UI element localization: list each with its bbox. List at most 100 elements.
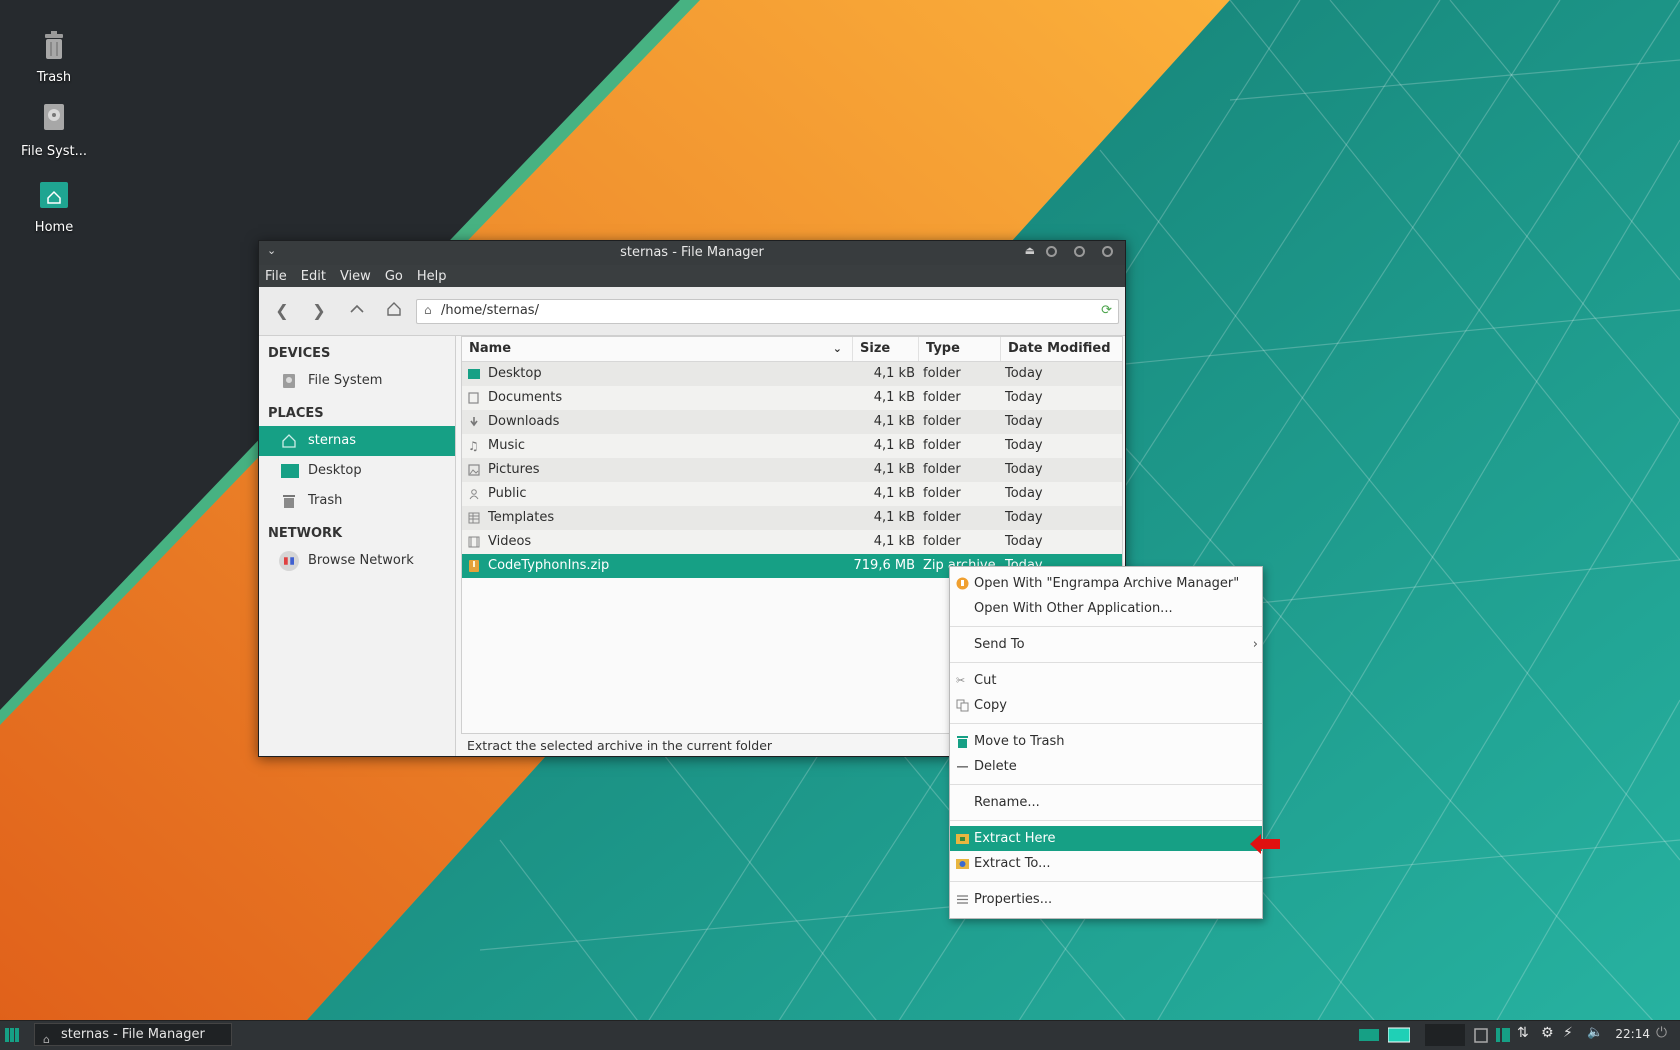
sidebar-item-browse-network[interactable]: Browse Network bbox=[259, 546, 455, 576]
monitor-icon[interactable] bbox=[1495, 1027, 1511, 1043]
location-bar[interactable]: ⌂ ⟳ bbox=[416, 299, 1119, 324]
shade-icon[interactable]: ⏏ bbox=[1025, 244, 1035, 257]
desktop-icon-trash[interactable]: Trash bbox=[6, 26, 102, 85]
sidebar-item-sternas[interactable]: sternas bbox=[259, 426, 455, 456]
menu-separator bbox=[950, 662, 1262, 663]
menu-item-extract-to[interactable]: Extract To... bbox=[950, 851, 1262, 876]
minimize-button[interactable] bbox=[1046, 246, 1057, 257]
row-type: folder bbox=[923, 462, 961, 477]
sidebar-item-label: Desktop bbox=[308, 463, 362, 478]
menu-separator bbox=[950, 784, 1262, 785]
menu-item-label: Extract To... bbox=[974, 856, 1051, 871]
clipboard-icon[interactable] bbox=[1473, 1027, 1489, 1043]
home-folder-icon bbox=[34, 176, 74, 216]
menu-item-cut[interactable]: ✂ Cut bbox=[950, 668, 1262, 693]
sidebar-item-desktop[interactable]: Desktop bbox=[259, 456, 455, 486]
menu-item-label: Copy bbox=[974, 698, 1007, 713]
row-type: folder bbox=[923, 414, 961, 429]
copy-icon bbox=[956, 699, 969, 712]
row-date: Today bbox=[1005, 510, 1043, 525]
forward-button[interactable]: ❯ bbox=[308, 300, 330, 322]
pictures-icon bbox=[468, 464, 480, 476]
row-type: folder bbox=[923, 486, 961, 501]
close-button[interactable] bbox=[1102, 246, 1113, 257]
menu-edit[interactable]: Edit bbox=[301, 269, 326, 284]
menu-item-properties[interactable]: Properties... bbox=[950, 887, 1262, 912]
table-row[interactable]: Documents 4,1 kB folder Today bbox=[462, 386, 1122, 410]
menu-view[interactable]: View bbox=[340, 269, 371, 284]
column-date-modified[interactable]: Date Modified bbox=[1001, 337, 1122, 361]
workspace-2-icon[interactable] bbox=[1388, 1027, 1410, 1043]
table-row[interactable]: Templates 4,1 kB folder Today bbox=[462, 506, 1122, 530]
desktop-icon-home[interactable]: Home bbox=[6, 176, 102, 235]
row-date: Today bbox=[1005, 366, 1043, 381]
row-name: Desktop bbox=[488, 366, 542, 381]
menu-item-send-to[interactable]: Send To › bbox=[950, 632, 1262, 657]
taskbar-window-button[interactable]: ⌂ sternas - File Manager bbox=[34, 1023, 232, 1046]
menu-item-extract-here[interactable]: Extract Here bbox=[950, 826, 1262, 851]
desktop-icon-filesystem[interactable]: File Syst... bbox=[6, 100, 102, 159]
menu-item-move-to-trash[interactable]: Move to Trash bbox=[950, 729, 1262, 754]
home-button[interactable] bbox=[383, 300, 405, 322]
workspace-3-icon[interactable] bbox=[1425, 1024, 1465, 1046]
settings-icon[interactable]: ⚙ bbox=[1541, 1025, 1557, 1041]
menu-help[interactable]: Help bbox=[417, 269, 447, 284]
menu-item-label: Send To bbox=[974, 637, 1025, 652]
window-titlebar[interactable]: ⌄ sternas - File Manager ⏏ bbox=[259, 241, 1125, 265]
trash-icon bbox=[34, 26, 74, 66]
menu-item-label: Move to Trash bbox=[974, 734, 1065, 749]
desktop-folder-icon bbox=[281, 464, 299, 478]
column-header: Name ⌄ Size Type Date Modified bbox=[462, 337, 1122, 362]
table-row[interactable]: Public 4,1 kB folder Today bbox=[462, 482, 1122, 506]
desktop-folder-icon bbox=[468, 369, 480, 379]
row-name: Documents bbox=[488, 390, 563, 405]
row-date: Today bbox=[1005, 486, 1043, 501]
column-size[interactable]: Size bbox=[853, 337, 919, 361]
menubar: File Edit View Go Help bbox=[259, 265, 1125, 287]
sidebar-item-file-system[interactable]: File System bbox=[259, 366, 455, 396]
menu-item-open-with-other[interactable]: Open With Other Application... bbox=[950, 596, 1262, 621]
column-type[interactable]: Type bbox=[919, 337, 1001, 361]
chevron-up-icon bbox=[350, 304, 364, 313]
templates-icon bbox=[468, 512, 480, 524]
table-row[interactable]: Desktop 4,1 kB folder Today bbox=[462, 362, 1122, 386]
sort-chevron-down-icon[interactable]: ⌄ bbox=[833, 337, 842, 361]
public-icon bbox=[469, 489, 479, 500]
sidebar-item-label: sternas bbox=[308, 433, 356, 448]
menu-item-rename[interactable]: Rename... bbox=[950, 790, 1262, 815]
clock[interactable]: 22:14 bbox=[1615, 1027, 1650, 1041]
start-menu-icon[interactable] bbox=[5, 1028, 19, 1042]
location-input[interactable] bbox=[439, 302, 1063, 319]
menu-item-open-with-engrampa[interactable]: Open With "Engrampa Archive Manager" bbox=[950, 571, 1262, 596]
sidebar-item-label: Browse Network bbox=[308, 553, 414, 568]
menu-item-label: Cut bbox=[974, 673, 997, 688]
table-row[interactable]: Downloads 4,1 kB folder Today bbox=[462, 410, 1122, 434]
volume-icon[interactable]: 🔈 bbox=[1587, 1025, 1603, 1041]
row-type: folder bbox=[923, 366, 961, 381]
power-icon[interactable]: ⚡ bbox=[1563, 1025, 1579, 1041]
row-type: folder bbox=[923, 510, 961, 525]
table-row[interactable]: Videos 4,1 kB folder Today bbox=[462, 530, 1122, 554]
row-name: Music bbox=[488, 438, 525, 453]
sidebar-header-devices: DEVICES bbox=[268, 346, 331, 361]
menu-file[interactable]: File bbox=[265, 269, 287, 284]
back-button[interactable]: ❮ bbox=[271, 300, 293, 322]
workspace-1-icon[interactable] bbox=[1359, 1027, 1379, 1043]
reload-icon[interactable]: ⟳ bbox=[1101, 303, 1112, 318]
network-transfer-icon[interactable]: ⇅ bbox=[1517, 1025, 1533, 1041]
sidebar-item-trash[interactable]: Trash bbox=[259, 486, 455, 516]
desktop-icon-label: Home bbox=[34, 220, 74, 235]
row-size: 4,1 kB bbox=[873, 486, 915, 501]
table-row[interactable]: Pictures 4,1 kB folder Today bbox=[462, 458, 1122, 482]
menu-item-delete[interactable]: Delete bbox=[950, 754, 1262, 779]
home-icon: ⌂ bbox=[43, 1033, 50, 1046]
column-name[interactable]: Name ⌄ bbox=[462, 337, 853, 361]
table-row[interactable]: ♫ Music 4,1 kB folder Today bbox=[462, 434, 1122, 458]
menu-item-label: Properties... bbox=[974, 892, 1053, 907]
maximize-button[interactable] bbox=[1074, 246, 1085, 257]
menu-go[interactable]: Go bbox=[385, 269, 403, 284]
shutdown-icon[interactable]: ⏻ bbox=[1656, 1025, 1672, 1041]
parent-folder-button[interactable] bbox=[346, 300, 368, 322]
context-menu: Open With "Engrampa Archive Manager" Ope… bbox=[949, 566, 1263, 919]
menu-item-copy[interactable]: Copy bbox=[950, 693, 1262, 718]
